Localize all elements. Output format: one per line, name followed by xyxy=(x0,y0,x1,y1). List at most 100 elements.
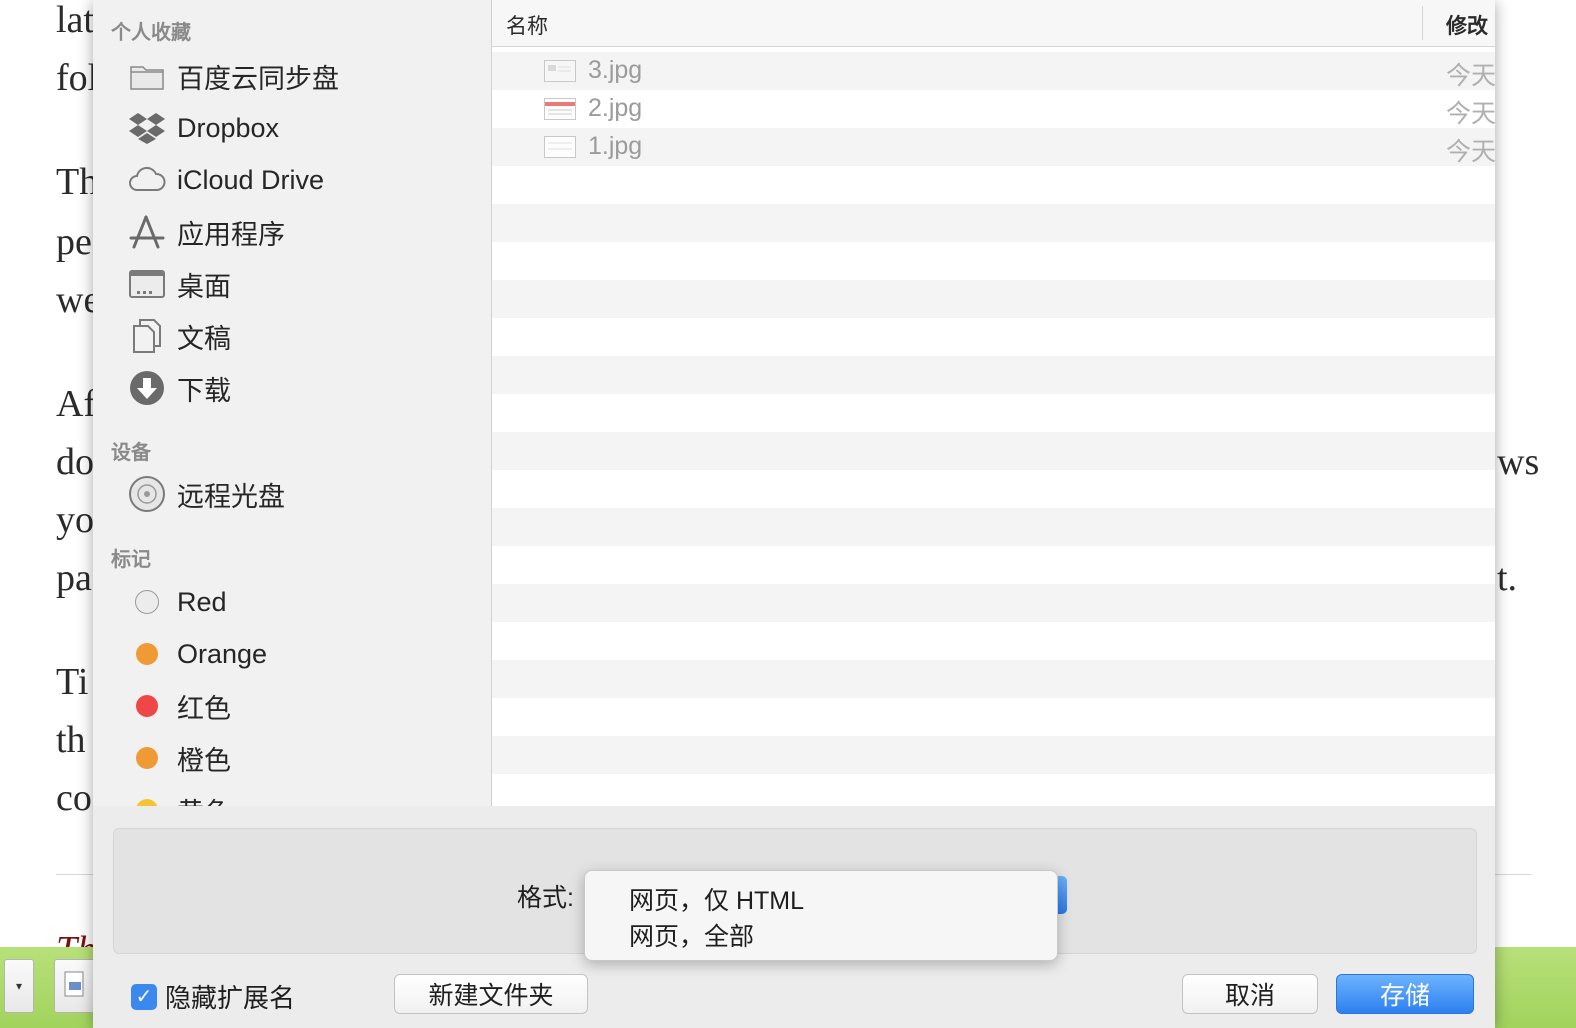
sidebar-item-label: iCloud Drive xyxy=(177,164,325,195)
background-text-fragment: co xyxy=(56,777,92,819)
cloud-icon xyxy=(127,160,167,200)
hide-extension-checkbox[interactable]: ✓ xyxy=(131,983,157,1010)
sidebar-item-icloud-drive[interactable]: iCloud Drive xyxy=(127,158,324,202)
sidebar-item-tag-yellow-cn[interactable]: 黄色 xyxy=(127,788,231,806)
sidebar-item-downloads[interactable]: 下载 xyxy=(127,366,231,410)
applications-icon xyxy=(127,212,167,252)
empty-row xyxy=(492,698,1495,736)
sidebar-item-remote-disc[interactable]: 远程光盘 xyxy=(127,472,285,516)
image-file-icon xyxy=(544,136,576,158)
column-separator[interactable] xyxy=(1422,6,1423,40)
background-text-fragment: ws xyxy=(1497,441,1540,483)
background-text-fragment: Af xyxy=(56,383,97,425)
documents-icon xyxy=(127,316,167,356)
tag-color-icon xyxy=(127,738,167,778)
file-icon xyxy=(64,971,84,997)
file-name: 2.jpg xyxy=(588,94,643,122)
empty-row xyxy=(492,736,1495,774)
dropbox-icon xyxy=(127,108,167,148)
file-row[interactable]: 1.jpg 今天 xyxy=(492,128,1495,166)
file-modified: 今天 xyxy=(1446,62,1495,90)
file-row[interactable]: 3.jpg 今天 xyxy=(492,52,1495,90)
hide-extension-control[interactable]: ✓ 隐藏扩展名 xyxy=(131,978,295,1015)
sidebar-section-tags: 标记 xyxy=(111,549,151,571)
sidebar-item-label: 远程光盘 xyxy=(177,481,285,512)
empty-row xyxy=(492,508,1495,546)
sidebar-item-tag-orange[interactable]: Orange xyxy=(127,632,267,676)
sidebar-item-label: 百度云同步盘 xyxy=(177,63,339,94)
download-icon xyxy=(127,368,167,408)
sidebar-item-tag-red-cn[interactable]: 红色 xyxy=(127,684,231,728)
background-text-fragment: lat xyxy=(56,0,94,41)
empty-row xyxy=(492,204,1495,242)
hide-extension-label: 隐藏扩展名 xyxy=(165,983,296,1013)
save-button[interactable]: 存储 xyxy=(1336,974,1474,1014)
background-text-fragment: t. xyxy=(1497,557,1518,599)
empty-row xyxy=(492,470,1495,508)
empty-row xyxy=(492,356,1495,394)
column-header-name[interactable]: 名称 xyxy=(506,10,548,40)
cancel-button[interactable]: 取消 xyxy=(1182,974,1318,1014)
sidebar-item-label: 橙色 xyxy=(177,745,231,776)
empty-row xyxy=(492,660,1495,698)
background-text-fragment: Th xyxy=(56,161,99,203)
sidebar-item-label: 应用程序 xyxy=(177,219,285,250)
empty-row xyxy=(492,242,1495,280)
empty-row xyxy=(492,280,1495,318)
background-text-fragment: pa xyxy=(56,557,92,599)
tag-color-icon xyxy=(127,790,167,806)
file-name: 3.jpg xyxy=(588,56,643,84)
file-rows: 3.jpg 今天 2.jpg 今天 1.jpg 今天 xyxy=(492,52,1495,806)
sidebar-section-favorites: 个人收藏 xyxy=(111,22,191,44)
chevron-down-icon: ▾ xyxy=(15,979,23,993)
background-text-fragment: yo xyxy=(56,499,94,541)
tag-color-icon xyxy=(127,634,167,674)
sidebar-item-label: 红色 xyxy=(177,693,231,724)
disc-icon xyxy=(127,474,167,514)
background-text-fragment: pe xyxy=(56,221,92,263)
empty-row xyxy=(492,774,1495,806)
sidebar-item-label: 下载 xyxy=(177,375,231,406)
background-text-fragment: do xyxy=(56,441,94,483)
sidebar-item-desktop[interactable]: 桌面 xyxy=(127,262,231,306)
sidebar: 个人收藏 百度云同步盘 Dropbox iCloud Drive 应用程序 桌面… xyxy=(93,0,492,806)
background-text-fragment: fol xyxy=(56,57,99,99)
format-label: 格式: xyxy=(517,884,574,912)
sidebar-item-tag-orange-cn[interactable]: 橙色 xyxy=(127,736,231,780)
sidebar-item-tag-red[interactable]: Red xyxy=(127,580,227,624)
sidebar-item-label: Orange xyxy=(177,638,268,669)
empty-row xyxy=(492,546,1495,584)
file-row[interactable]: 2.jpg 今天 xyxy=(492,90,1495,128)
sidebar-item-applications[interactable]: 应用程序 xyxy=(127,210,285,254)
background-text-fragment: th xyxy=(56,719,86,761)
sidebar-item-baidu-sync[interactable]: 百度云同步盘 xyxy=(127,54,339,98)
empty-row xyxy=(492,432,1495,470)
folder-icon xyxy=(127,56,167,96)
download-menu-button[interactable]: ▾ xyxy=(4,959,34,1013)
file-list-header: 名称 修改 xyxy=(492,0,1495,47)
empty-row xyxy=(492,622,1495,660)
tag-color-icon xyxy=(127,582,167,622)
background-text-fragment: Th xyxy=(56,930,96,947)
tag-color-icon xyxy=(127,686,167,726)
checkmark-icon: ✓ xyxy=(135,986,153,1008)
empty-row xyxy=(492,394,1495,432)
sidebar-section-devices: 设备 xyxy=(111,442,151,464)
file-name: 1.jpg xyxy=(588,132,643,160)
sidebar-item-documents[interactable]: 文稿 xyxy=(127,314,231,358)
empty-row xyxy=(492,318,1495,356)
column-header-modified[interactable]: 修改 xyxy=(1446,10,1488,40)
image-file-icon xyxy=(544,98,576,120)
file-list: 名称 修改 3.jpg 今天 2.jpg 今天 1.jpg 今天 xyxy=(492,0,1495,806)
format-option-html-only[interactable]: 网页，仅 HTML xyxy=(629,881,804,917)
sidebar-item-dropbox[interactable]: Dropbox xyxy=(127,106,279,150)
new-folder-button[interactable]: 新建文件夹 xyxy=(394,974,588,1014)
file-modified: 今天 xyxy=(1446,138,1495,166)
background-text-fragment: Ti xyxy=(56,661,89,703)
downloaded-file-button[interactable] xyxy=(54,959,96,1013)
sidebar-item-label: Dropbox xyxy=(177,112,280,143)
sidebar-item-label: 桌面 xyxy=(177,271,231,302)
save-dialog: 个人收藏 百度云同步盘 Dropbox iCloud Drive 应用程序 桌面… xyxy=(93,0,1495,1028)
sidebar-item-label: 黄色 xyxy=(177,791,231,807)
format-option-complete[interactable]: 网页，全部 xyxy=(629,917,754,953)
